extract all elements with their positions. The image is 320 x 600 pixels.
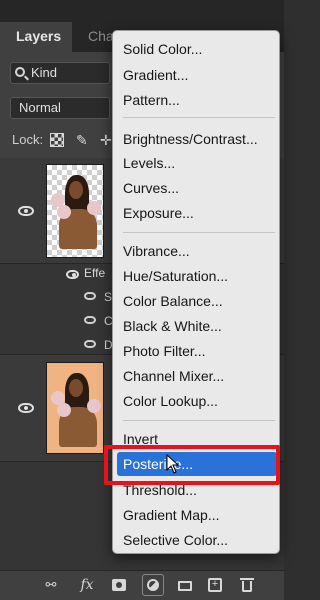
cursor-icon (166, 454, 180, 474)
menu-item-vibrance[interactable]: Vibrance... (117, 239, 277, 263)
menu-item-gradient[interactable]: Gradient... (117, 63, 277, 87)
menu-separator (123, 232, 275, 233)
mask-icon[interactable] (110, 576, 128, 594)
new-layer-icon[interactable]: + (206, 576, 224, 594)
lock-transparent-icon[interactable] (50, 133, 64, 147)
menu-item-exposure[interactable]: Exposure... (117, 201, 277, 225)
menu-item-selective-color[interactable]: Selective Color... (117, 528, 277, 552)
menu-item-hue-saturation[interactable]: Hue/Saturation... (117, 264, 277, 288)
blend-mode-label: Normal (19, 100, 61, 115)
effects-eye-icon[interactable] (66, 270, 79, 279)
eye-icon[interactable] (84, 340, 96, 348)
menu-item-color-lookup[interactable]: Color Lookup... (117, 389, 277, 413)
eye-icon[interactable] (84, 316, 96, 324)
eye-icon[interactable] (18, 403, 34, 413)
portrait-image (49, 171, 103, 255)
layer-thumbnail (46, 362, 104, 454)
annotation-highlight-box (104, 445, 280, 485)
menu-separator (123, 420, 275, 421)
tab-layers[interactable]: Layers (0, 22, 72, 52)
menu-item-curves[interactable]: Curves... (117, 176, 277, 200)
menu-item-photo-filter[interactable]: Photo Filter... (117, 339, 277, 363)
menu-item-channel-mixer[interactable]: Channel Mixer... (117, 364, 277, 388)
search-icon (15, 67, 25, 77)
menu-item-pattern[interactable]: Pattern... (117, 88, 277, 112)
filter-kind-label: Kind (31, 65, 58, 80)
brush-icon[interactable]: ✎ (76, 133, 90, 147)
layer-thumbnail (46, 164, 104, 258)
eye-icon[interactable] (84, 292, 96, 300)
eye-icon[interactable] (18, 206, 34, 216)
menu-item-brightness-contrast[interactable]: Brightness/Contrast... (117, 127, 277, 151)
effects-label: Effe (84, 266, 106, 280)
menu-item-solid-color[interactable]: Solid Color... (117, 37, 277, 61)
menu-separator (123, 117, 275, 118)
lock-label: Lock: (12, 132, 44, 147)
filter-kind-select[interactable]: Kind (10, 62, 110, 84)
adjustment-layer-icon[interactable] (142, 574, 164, 596)
blend-mode-select[interactable]: Normal (10, 97, 110, 119)
menu-item-color-balance[interactable]: Color Balance... (117, 289, 277, 313)
menu-item-levels[interactable]: Levels... (117, 151, 277, 175)
menu-item-black-white[interactable]: Black & White... (117, 314, 277, 338)
fx-icon[interactable]: fx (78, 576, 96, 594)
menu-item-gradient-map[interactable]: Gradient Map... (117, 503, 277, 527)
folder-icon[interactable] (176, 576, 194, 594)
link-icon[interactable]: ⚯ (42, 576, 60, 594)
effect-item: S (104, 290, 113, 304)
trash-icon[interactable] (238, 576, 256, 594)
portrait-image (49, 369, 103, 453)
